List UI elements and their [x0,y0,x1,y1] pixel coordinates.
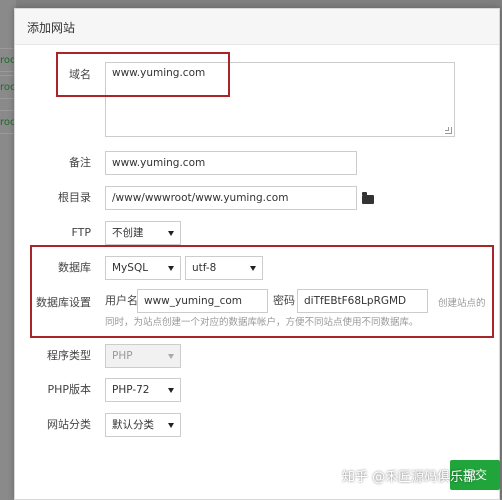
chevron-down-icon [168,423,174,428]
php-version-label: PHP版本 [47,383,91,396]
category-select[interactable]: 默认分类 [105,413,181,437]
root-dir-input[interactable]: /www/wwwroot/www.yuming.com [105,186,357,210]
program-type-label: 程序类型 [47,349,91,362]
ftp-selected: 不创建 [112,227,144,239]
chevron-down-icon [168,388,174,393]
domain-highlight-box [56,52,230,97]
category-label: 网站分类 [47,418,91,431]
program-type-select: PHP [105,344,181,368]
ftp-label: FTP [71,226,92,239]
watermark: 知乎 @禾匠源码俱乐部 [342,470,477,485]
ftp-select[interactable]: 不创建 [105,221,181,245]
php-version-selected: PHP-72 [112,384,150,396]
php-version-select[interactable]: PHP-72 [105,378,181,402]
folder-icon[interactable] [362,192,374,204]
chevron-down-icon [168,231,174,236]
add-site-dialog: 添加网站 域名 www.yuming.com 备注 www.yuming.com… [14,8,500,500]
chevron-down-icon [168,354,174,359]
program-type-selected: PHP [112,350,133,362]
note-label: 备注 [69,156,91,169]
resize-handle-icon[interactable] [445,127,452,134]
dialog-header: 添加网站 [15,9,499,45]
dialog-title: 添加网站 [27,21,76,35]
database-highlight-box [30,245,494,338]
category-selected: 默认分类 [112,419,154,431]
root-dir-label: 根目录 [58,191,91,204]
note-input[interactable]: www.yuming.com [105,151,357,175]
